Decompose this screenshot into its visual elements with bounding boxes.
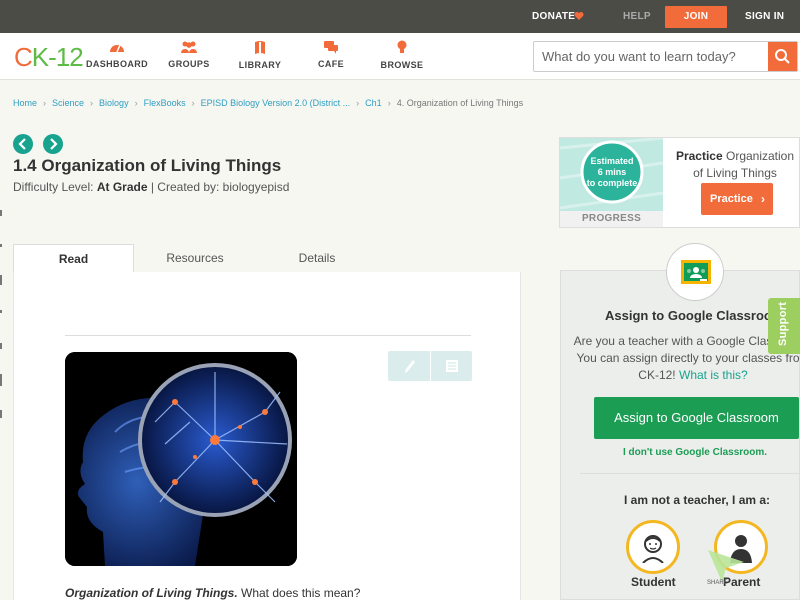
breadcrumb-book[interactable]: EPISD Biology Version 2.0 (District ... <box>201 98 351 108</box>
breadcrumb-chapter[interactable]: Ch1 <box>365 98 382 108</box>
ck12-logo[interactable]: CK-12 <box>14 42 84 73</box>
edge-fragment <box>0 410 2 418</box>
breadcrumb-separator: › <box>387 98 391 108</box>
tab-resources[interactable]: Resources <box>134 244 256 273</box>
library-icon <box>255 41 265 54</box>
search-button[interactable] <box>768 42 797 71</box>
student-label: Student <box>631 575 676 589</box>
chevron-left-icon <box>18 138 26 150</box>
edge-fragment <box>0 310 2 313</box>
pencil-icon <box>405 360 415 373</box>
difficulty-label: Difficulty Level: <box>13 180 94 194</box>
practice-title-bold: Practice <box>675 149 723 163</box>
notes-icon <box>446 360 458 372</box>
breadcrumb-separator: › <box>90 98 94 108</box>
join-button[interactable]: JOIN <box>665 6 727 28</box>
nav-label: DASHBOARD <box>85 59 149 69</box>
what-is-this-link[interactable]: What is this? <box>679 368 748 382</box>
nav-label: LIBRARY <box>238 60 282 70</box>
main-header: CK-12 DASHBOARD GROUPS LIBRARY CAFE BROW… <box>0 33 800 80</box>
nav-browse[interactable]: BROWSE <box>362 40 442 70</box>
next-lesson-button[interactable] <box>43 134 63 154</box>
practice-title: Practice Organization of Living Things <box>670 148 800 182</box>
caption-emphasis: Organization of Living Things. <box>65 586 238 600</box>
breadcrumb-separator: › <box>356 98 360 108</box>
student-role-button[interactable] <box>626 520 680 574</box>
page-title: 1.4 Organization of Living Things <box>13 156 282 175</box>
assign-to-classroom-button[interactable]: Assign to Google Classroom <box>594 397 799 439</box>
breadcrumb-separator: › <box>43 98 47 108</box>
breadcrumb-home[interactable]: Home <box>13 98 37 108</box>
dashboard-icon <box>110 44 124 53</box>
chevron-right-icon <box>50 138 58 150</box>
nav-label: CAFE <box>317 59 345 69</box>
highlight-button[interactable] <box>388 351 430 381</box>
breadcrumb-biology[interactable]: Biology <box>99 98 129 108</box>
divider <box>65 335 471 336</box>
classroom-title: Assign to Google Classroom <box>605 308 784 323</box>
divider <box>580 473 800 474</box>
support-label: Support <box>777 301 789 346</box>
previous-lesson-button[interactable] <box>13 134 33 154</box>
breadcrumb-current: 4. Organization of Living Things <box>396 98 524 108</box>
nav-groups[interactable]: GROUPS <box>149 40 229 69</box>
intro-text: Organization of Living Things. What does… <box>65 586 360 600</box>
edge-fragment <box>0 374 2 386</box>
practice-button-label: Practice <box>710 193 753 205</box>
cafe-icon <box>324 41 338 54</box>
edge-fragment <box>0 210 2 216</box>
search-input[interactable] <box>534 42 769 71</box>
share-label: SHARE <box>707 580 728 586</box>
practice-estimate-image: Estimated 6 mins to complete PROGRESS <box>560 138 663 227</box>
created-by: | Created by: biologyepisd <box>150 180 290 194</box>
nav-label: BROWSE <box>380 60 424 70</box>
student-icon <box>642 535 664 563</box>
breadcrumb: Home › Science › Biology › FlexBooks › EPISD Bio… <box>13 98 523 108</box>
nav-cafe[interactable]: CAFE <box>291 40 371 69</box>
donate-link[interactable]: DONATE <box>532 0 575 33</box>
sign-in-link[interactable]: SIGN IN <box>745 0 784 33</box>
progress-label: PROGRESS <box>560 211 663 227</box>
edge-fragment <box>0 343 2 349</box>
brain-neuron-image <box>65 352 297 566</box>
breadcrumb-flexbooks[interactable]: FlexBooks <box>144 98 186 108</box>
nav-dashboard[interactable]: DASHBOARD <box>77 40 157 69</box>
read-panel: Organization of Living Things. What does… <box>13 272 521 600</box>
practice-card: Estimated 6 mins to complete PROGRESS Pr… <box>559 137 800 228</box>
tab-details[interactable]: Details <box>256 244 378 273</box>
nav-library[interactable]: LIBRARY <box>220 40 300 70</box>
breadcrumb-science[interactable]: Science <box>52 98 84 108</box>
estimate-line3: to complete <box>587 178 638 188</box>
search-box <box>533 41 798 72</box>
top-bar: DONATE HELP JOIN SIGN IN <box>0 0 800 33</box>
estimate-line2: 6 mins <box>598 167 627 177</box>
tab-read[interactable]: Read <box>13 244 134 273</box>
caption-rest: What does this mean? <box>237 586 361 600</box>
practice-button[interactable]: Practice › <box>701 183 773 215</box>
google-classroom-icon <box>681 260 711 284</box>
classroom-description: Are you a teacher with a Google Classroo… <box>573 333 800 384</box>
help-link[interactable]: HELP <box>623 0 651 33</box>
google-classroom-logo <box>666 243 724 301</box>
support-tab[interactable]: Support <box>768 298 800 354</box>
share-icon[interactable] <box>706 548 746 584</box>
groups-icon <box>181 41 197 53</box>
search-icon <box>775 49 790 64</box>
chevron-right-icon: › <box>761 192 765 206</box>
difficulty-value: At Grade <box>96 180 148 194</box>
difficulty-meta: Difficulty Level: At Grade | Created by:… <box>13 180 289 194</box>
breadcrumb-separator: › <box>134 98 138 108</box>
edge-fragment <box>0 244 2 247</box>
dont-use-classroom-link[interactable]: I don't use Google Classroom. <box>623 447 767 458</box>
estimate-line1: Estimated <box>590 156 633 166</box>
content-tabs: Read Resources Details <box>13 244 521 273</box>
heart-icon <box>574 12 584 20</box>
not-teacher-label: I am not a teacher, I am a: <box>624 493 771 507</box>
nav-label: GROUPS <box>168 59 210 69</box>
browse-icon <box>397 40 407 53</box>
notes-button[interactable] <box>430 351 472 381</box>
edge-fragment <box>0 275 2 285</box>
breadcrumb-separator: › <box>191 98 195 108</box>
annotation-toolbar <box>388 351 472 381</box>
